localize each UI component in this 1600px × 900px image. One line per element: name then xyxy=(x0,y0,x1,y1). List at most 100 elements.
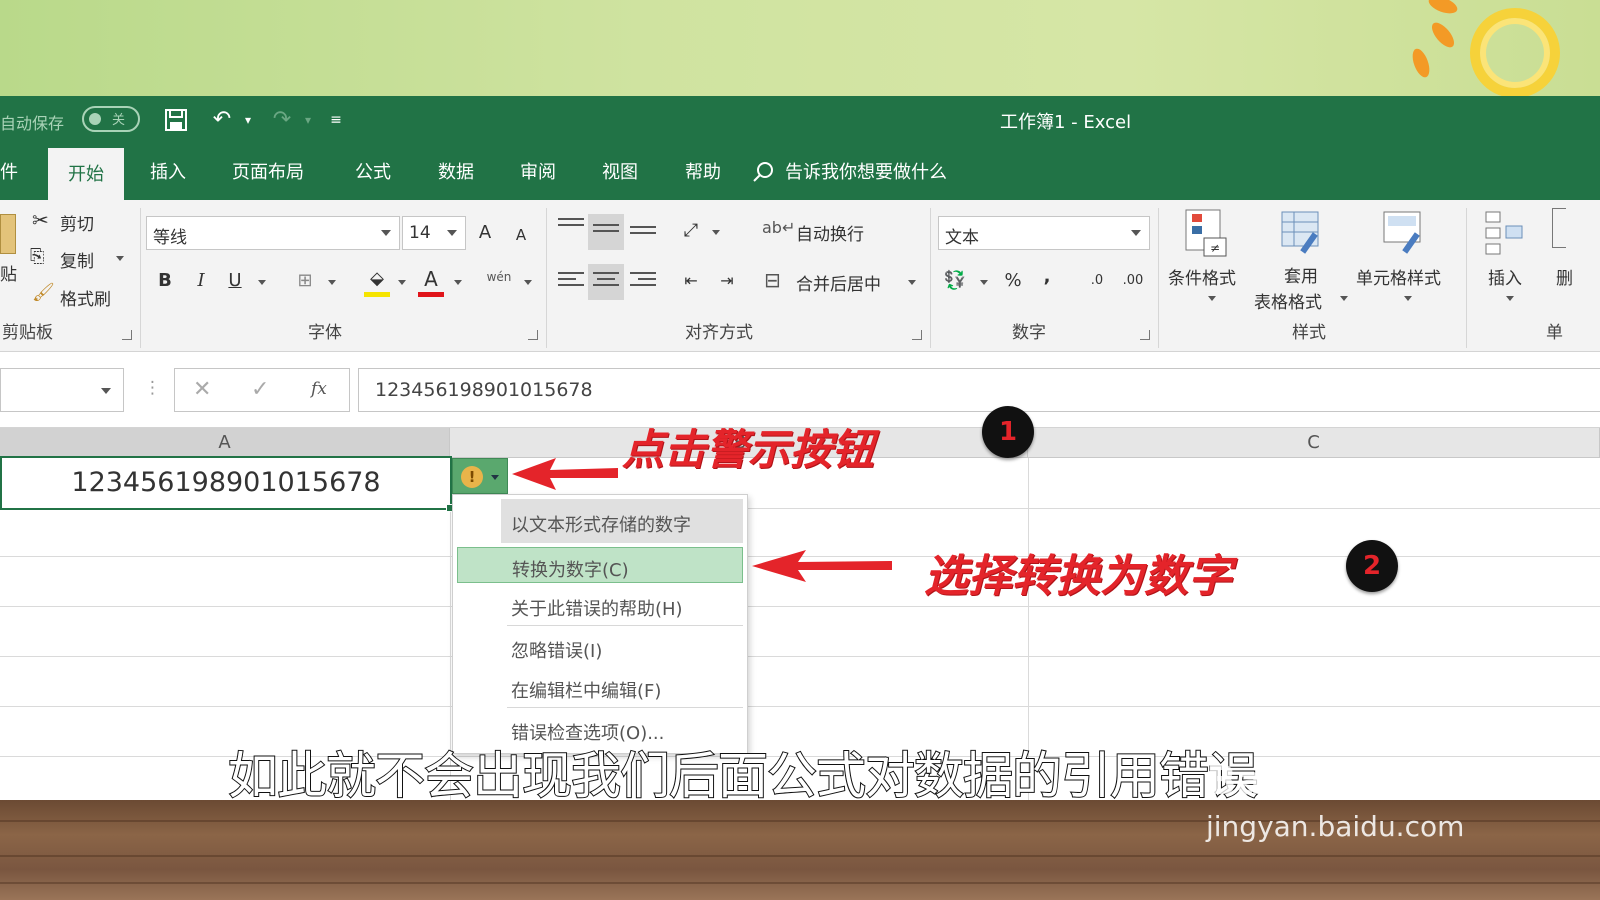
format-as-table-line2[interactable]: 表格格式 xyxy=(1254,288,1322,313)
font-group-label: 字体 xyxy=(308,323,342,343)
fill-color-bar xyxy=(364,292,390,297)
name-box[interactable] xyxy=(0,368,124,412)
annotation-step2-text: 选择转换为数字 xyxy=(924,551,1232,602)
decrease-decimal-button[interactable]: .00 xyxy=(1118,266,1148,296)
cells-group-label: 单 xyxy=(1546,323,1563,343)
insert-function-icon[interactable]: fx xyxy=(311,379,327,399)
underline-button[interactable]: U xyxy=(220,266,250,296)
annotation-step2-badge: 2 xyxy=(1346,540,1398,592)
error-warning-button[interactable]: ! xyxy=(452,458,508,494)
menu-item-convert-to-number[interactable]: 转换为数字(C) xyxy=(457,547,743,583)
ribbon: 贴 ✂ 剪切 ⎘ 复制 🖌 格式刷 剪贴板 等线 14 A A B I U ⊞ … xyxy=(0,200,1600,352)
number-group-label: 数字 xyxy=(1012,323,1046,343)
autosave-toggle[interactable]: 关 xyxy=(82,106,140,132)
borders-dropdown-icon[interactable] xyxy=(328,280,336,285)
orientation-icon[interactable]: ⤢ xyxy=(676,216,706,246)
cell-styles-icon[interactable] xyxy=(1382,208,1428,258)
merge-center-icon: ⊟ xyxy=(764,268,781,292)
increase-indent-icon[interactable]: ⇥ xyxy=(712,266,742,296)
warning-icon: ! xyxy=(461,466,483,488)
cancel-icon[interactable]: ✕ xyxy=(193,377,211,402)
format-painter-button[interactable]: 格式刷 xyxy=(60,285,111,310)
percent-button[interactable]: % xyxy=(998,266,1028,296)
align-center-icon[interactable] xyxy=(588,264,624,300)
font-color-dropdown-icon[interactable] xyxy=(454,280,462,285)
number-format-value: 文本 xyxy=(945,228,979,248)
font-name-combo[interactable]: 等线 xyxy=(146,216,400,250)
format-as-table-line1[interactable]: 套用 xyxy=(1284,262,1318,287)
align-right-icon[interactable] xyxy=(630,272,656,294)
column-header-c[interactable]: C xyxy=(1028,428,1600,458)
paste-icon[interactable] xyxy=(0,214,16,254)
formula-bar-grip-icon: ⋮ xyxy=(144,378,161,398)
customize-qat-icon[interactable]: ≡ xyxy=(320,104,352,136)
phonetic-dropdown-icon[interactable] xyxy=(524,280,532,285)
wrap-text-button[interactable]: 自动换行 xyxy=(796,220,864,245)
shrink-font-icon[interactable]: A xyxy=(506,220,536,250)
tab-home[interactable]: 开始 xyxy=(48,148,124,200)
save-icon[interactable] xyxy=(160,104,192,136)
menu-item-ignore-error[interactable]: 忽略错误(I) xyxy=(457,629,743,665)
copy-button[interactable]: 复制 xyxy=(60,247,94,272)
increase-decimal-button[interactable]: .0 xyxy=(1082,266,1112,296)
conditional-format-button[interactable]: 条件格式 xyxy=(1168,264,1236,289)
font-color-icon[interactable]: A xyxy=(416,264,446,294)
menu-item-edit-in-formula-bar[interactable]: 在编辑栏中编辑(F) xyxy=(457,669,743,705)
number-format-combo[interactable]: 文本 xyxy=(938,216,1150,250)
font-name-value: 等线 xyxy=(153,228,187,248)
undo-dropdown-icon[interactable]: ▾ xyxy=(232,104,264,136)
phonetic-guide-icon[interactable]: wén xyxy=(484,262,514,292)
clipboard-launcher-icon[interactable] xyxy=(122,330,132,340)
underline-dropdown-icon[interactable] xyxy=(258,280,266,285)
copy-dropdown-icon[interactable] xyxy=(116,256,124,261)
accounting-dropdown-icon[interactable] xyxy=(980,280,988,285)
tab-review[interactable]: 审阅 xyxy=(520,158,556,184)
alignment-launcher-icon[interactable] xyxy=(912,330,922,340)
cell-styles-button[interactable]: 单元格样式 xyxy=(1356,264,1441,289)
tab-formulas[interactable]: 公式 xyxy=(355,158,391,184)
align-bottom-icon[interactable] xyxy=(630,226,656,248)
accounting-format-icon[interactable]: 💱 xyxy=(940,266,970,296)
decrease-indent-icon[interactable]: ⇤ xyxy=(676,266,706,296)
sun-ray xyxy=(1426,0,1460,17)
grow-font-icon[interactable]: A xyxy=(470,218,500,248)
fill-color-icon[interactable]: ⬙ xyxy=(362,264,392,294)
tab-insert[interactable]: 插入 xyxy=(150,158,186,184)
delete-cells-button[interactable]: 删 xyxy=(1556,264,1573,289)
column-header-a[interactable]: A xyxy=(0,428,450,458)
merge-center-button[interactable]: 合并后居中 xyxy=(796,270,881,295)
tab-help[interactable]: 帮助 xyxy=(685,158,721,184)
fill-color-dropdown-icon[interactable] xyxy=(398,280,406,285)
paste-label[interactable]: 贴 xyxy=(0,260,17,285)
tab-data[interactable]: 数据 xyxy=(438,158,474,184)
align-top-icon[interactable] xyxy=(558,218,584,240)
tab-view[interactable]: 视图 xyxy=(602,158,638,184)
font-size-combo[interactable]: 14 xyxy=(402,216,466,250)
align-left-icon[interactable] xyxy=(558,272,584,294)
italic-button[interactable]: I xyxy=(186,266,216,296)
tell-me-search[interactable]: 告诉我你想要做什么 xyxy=(753,158,947,184)
delete-cells-icon[interactable] xyxy=(1552,208,1566,248)
enter-icon[interactable]: ✓ xyxy=(251,377,269,402)
number-launcher-icon[interactable] xyxy=(1140,330,1150,340)
borders-icon[interactable]: ⊞ xyxy=(290,266,320,296)
tab-page-layout[interactable]: 页面布局 xyxy=(232,158,304,184)
merge-dropdown-icon[interactable] xyxy=(908,280,916,285)
format-as-table-icon[interactable] xyxy=(1280,208,1326,258)
tab-file[interactable]: 件 xyxy=(0,158,18,184)
menu-item-help[interactable]: 关于此错误的帮助(H) xyxy=(457,587,743,623)
insert-cells-icon[interactable] xyxy=(1484,208,1530,258)
align-middle-icon[interactable] xyxy=(588,214,624,250)
wrap-text-icon: ab↵ xyxy=(762,218,796,237)
insert-cells-button[interactable]: 插入 xyxy=(1488,264,1522,289)
conditional-format-icon[interactable]: ≠ xyxy=(1184,208,1230,258)
comma-button[interactable]: , xyxy=(1032,262,1062,292)
sun-decoration xyxy=(1470,8,1560,98)
formula-input[interactable]: 123456198901015678 xyxy=(358,368,1600,412)
cut-button[interactable]: 剪切 xyxy=(60,210,94,235)
cut-icon: ✂ xyxy=(32,208,49,232)
bold-button[interactable]: B xyxy=(150,266,180,296)
orientation-dropdown-icon[interactable] xyxy=(712,230,720,235)
cell-a1[interactable]: 123456198901015678 xyxy=(0,456,452,510)
font-launcher-icon[interactable] xyxy=(528,330,538,340)
